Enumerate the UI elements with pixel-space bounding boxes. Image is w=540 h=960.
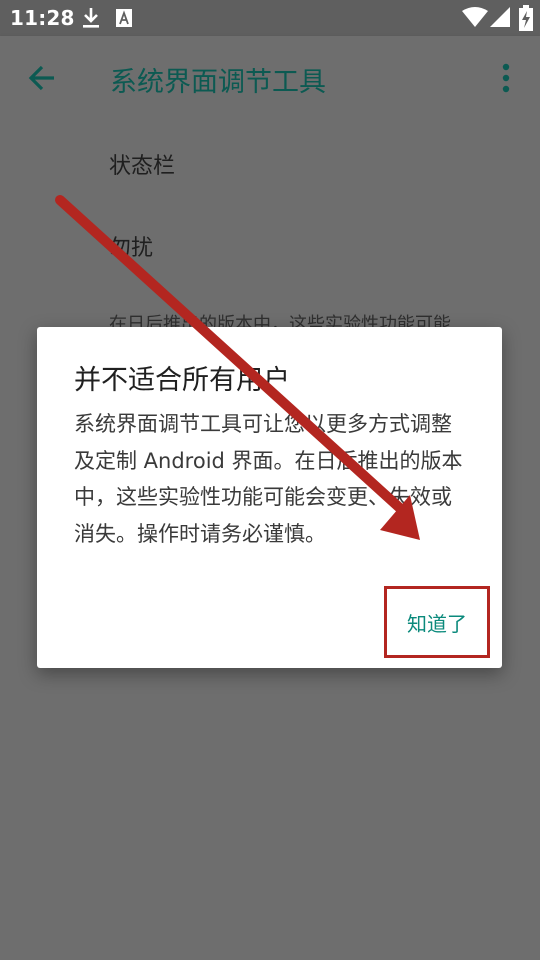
warning-dialog: 并不适合所有用户 系统界面调节工具可让您以更多方式调整及定制 Android 界… <box>37 327 502 668</box>
page-title: 系统界面调节工具 <box>110 67 326 98</box>
download-icon <box>80 6 102 34</box>
status-bar: 11:28 <box>0 0 540 36</box>
app-bar: 系统界面调节工具 <box>0 36 540 120</box>
status-time: 11:28 <box>10 6 75 30</box>
wifi-icon <box>462 7 488 31</box>
back-button[interactable] <box>24 60 60 96</box>
battery-charging-icon <box>519 5 533 35</box>
signal-icon <box>490 7 512 31</box>
pref-item-do-not-disturb[interactable]: 勿扰 <box>109 230 153 262</box>
dialog-message: 系统界面调节工具可让您以更多方式调整及定制 Android 界面。在日后推出的版… <box>74 412 463 546</box>
dialog-title: 并不适合所有用户 <box>74 365 290 396</box>
got-it-button[interactable]: 知道了 <box>384 586 490 658</box>
font-a-icon <box>116 9 132 31</box>
more-vert-icon <box>502 63 510 93</box>
overflow-menu-button[interactable] <box>494 62 518 94</box>
pref-item-status-bar[interactable]: 状态栏 <box>109 148 175 180</box>
arrow-back-icon <box>28 65 54 91</box>
